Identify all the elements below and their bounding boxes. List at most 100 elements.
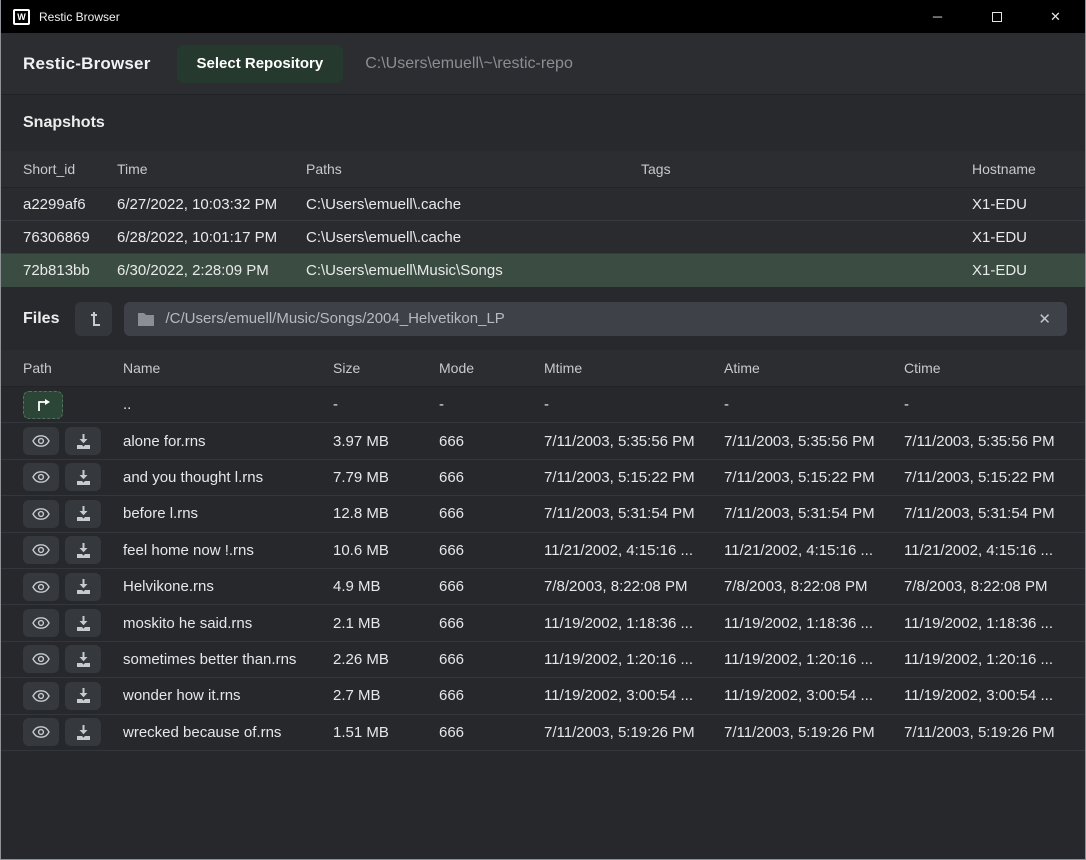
eye-icon bbox=[32, 471, 50, 483]
file-mode: 666 bbox=[439, 542, 544, 559]
file-mode: 666 bbox=[439, 433, 544, 450]
file-atime: 11/21/2002, 4:15:16 ... bbox=[724, 542, 904, 559]
tree-view-toggle-button[interactable] bbox=[75, 302, 112, 336]
app-header: Restic-Browser Select Repository C:\User… bbox=[1, 33, 1085, 95]
snapshot-row[interactable]: 76306869 6/28/2022, 10:01:17 PM C:\Users… bbox=[1, 221, 1085, 254]
preview-file-button[interactable] bbox=[23, 718, 59, 746]
snapshot-row-selected[interactable]: 72b813bb 6/30/2022, 2:28:09 PM C:\Users\… bbox=[1, 254, 1085, 287]
download-file-button[interactable] bbox=[65, 500, 101, 528]
clear-path-button[interactable]: ✕ bbox=[1036, 310, 1053, 328]
file-row: before l.rns 12.8 MB 666 7/11/2003, 5:31… bbox=[1, 496, 1085, 532]
file-name: feel home now !.rns bbox=[123, 542, 333, 559]
file-ctime: 11/19/2002, 1:20:16 ... bbox=[904, 651, 1063, 668]
column-path: Path bbox=[23, 360, 123, 376]
preview-file-button[interactable] bbox=[23, 463, 59, 491]
download-file-button[interactable] bbox=[65, 682, 101, 710]
file-row: and you thought l.rns 7.79 MB 666 7/11/2… bbox=[1, 460, 1085, 496]
repository-path[interactable]: C:\Users\emuell\~\restic-repo bbox=[365, 55, 573, 73]
window-title: Restic Browser bbox=[39, 10, 120, 24]
file-mtime: 7/8/2003, 8:22:08 PM bbox=[544, 578, 724, 595]
snapshot-hostname: X1-EDU bbox=[972, 262, 1063, 279]
file-row: moskito he said.rns 2.1 MB 666 11/19/200… bbox=[1, 605, 1085, 641]
file-name: before l.rns bbox=[123, 505, 333, 522]
download-file-button[interactable] bbox=[65, 463, 101, 491]
eye-icon bbox=[32, 508, 50, 520]
column-atime: Atime bbox=[724, 360, 904, 376]
maximize-button[interactable] bbox=[967, 0, 1026, 33]
files-current-path: /C/Users/emuell/Music/Songs/2004_Helveti… bbox=[165, 310, 1025, 327]
file-size: - bbox=[333, 396, 439, 413]
download-icon bbox=[76, 652, 91, 667]
preview-file-button[interactable] bbox=[23, 536, 59, 564]
files-section-header: Files /C/Users/emuell/Music/Songs/2004_H… bbox=[1, 287, 1085, 350]
file-mtime: 11/19/2002, 1:18:36 ... bbox=[544, 615, 724, 632]
download-file-button[interactable] bbox=[65, 609, 101, 637]
file-name: and you thought l.rns bbox=[123, 469, 333, 486]
preview-file-button[interactable] bbox=[23, 427, 59, 455]
file-ctime: 7/8/2003, 8:22:08 PM bbox=[904, 578, 1063, 595]
file-mode: 666 bbox=[439, 578, 544, 595]
download-file-button[interactable] bbox=[65, 573, 101, 601]
file-mode: 666 bbox=[439, 687, 544, 704]
file-mode: - bbox=[439, 396, 544, 413]
download-file-button[interactable] bbox=[65, 427, 101, 455]
preview-file-button[interactable] bbox=[23, 682, 59, 710]
file-size: 1.51 MB bbox=[333, 724, 439, 741]
snapshot-hostname: X1-EDU bbox=[972, 196, 1063, 213]
file-row: wrecked because of.rns 1.51 MB 666 7/11/… bbox=[1, 715, 1085, 751]
file-row: feel home now !.rns 10.6 MB 666 11/21/20… bbox=[1, 533, 1085, 569]
preview-file-button[interactable] bbox=[23, 573, 59, 601]
file-size: 2.7 MB bbox=[333, 687, 439, 704]
file-ctime: 7/11/2003, 5:35:56 PM bbox=[904, 433, 1063, 450]
file-mtime: 7/11/2003, 5:15:22 PM bbox=[544, 469, 724, 486]
column-mtime: Mtime bbox=[544, 360, 724, 376]
download-file-button[interactable] bbox=[65, 718, 101, 746]
file-mtime: 11/21/2002, 4:15:16 ... bbox=[544, 542, 724, 559]
file-ctime: - bbox=[904, 396, 1063, 413]
file-atime: 11/19/2002, 1:20:16 ... bbox=[724, 651, 904, 668]
close-icon: ✕ bbox=[1050, 9, 1061, 25]
download-icon bbox=[76, 434, 91, 449]
file-mode: 666 bbox=[439, 505, 544, 522]
download-file-button[interactable] bbox=[65, 536, 101, 564]
snapshot-row[interactable]: a2299af6 6/27/2022, 10:03:32 PM C:\Users… bbox=[1, 188, 1085, 221]
snapshot-paths: C:\Users\emuell\Music\Songs bbox=[306, 262, 641, 279]
file-atime: 7/11/2003, 5:15:22 PM bbox=[724, 469, 904, 486]
eye-icon bbox=[32, 690, 50, 702]
maximize-icon bbox=[992, 12, 1002, 22]
files-table-body: alone for.rns 3.97 MB 666 7/11/2003, 5:3… bbox=[1, 423, 1085, 751]
download-icon bbox=[76, 725, 91, 740]
eye-icon bbox=[32, 726, 50, 738]
files-path-bar[interactable]: /C/Users/emuell/Music/Songs/2004_Helveti… bbox=[124, 302, 1067, 336]
file-atime: 7/8/2003, 8:22:08 PM bbox=[724, 578, 904, 595]
download-file-button[interactable] bbox=[65, 645, 101, 673]
file-ctime: 7/11/2003, 5:19:26 PM bbox=[904, 724, 1063, 741]
download-icon bbox=[76, 470, 91, 485]
preview-file-button[interactable] bbox=[23, 645, 59, 673]
column-tags: Tags bbox=[641, 161, 972, 177]
wails-logo-icon: W bbox=[13, 9, 30, 25]
minimize-button[interactable]: ─ bbox=[908, 0, 967, 33]
file-size: 2.26 MB bbox=[333, 651, 439, 668]
file-name: alone for.rns bbox=[123, 433, 333, 450]
file-mtime: 11/19/2002, 1:20:16 ... bbox=[544, 651, 724, 668]
eye-icon bbox=[32, 617, 50, 629]
snapshots-table-header: Short_id Time Paths Tags Hostname bbox=[1, 151, 1085, 188]
preview-file-button[interactable] bbox=[23, 500, 59, 528]
go-to-parent-button[interactable] bbox=[23, 391, 63, 419]
file-atime: 11/19/2002, 1:18:36 ... bbox=[724, 615, 904, 632]
file-mode: 666 bbox=[439, 724, 544, 741]
column-hostname: Hostname bbox=[972, 161, 1063, 177]
column-size: Size bbox=[333, 360, 439, 376]
select-repository-button[interactable]: Select Repository bbox=[177, 45, 344, 83]
download-icon bbox=[76, 506, 91, 521]
preview-file-button[interactable] bbox=[23, 609, 59, 637]
file-name: Helvikone.rns bbox=[123, 578, 333, 595]
file-ctime: 7/11/2003, 5:31:54 PM bbox=[904, 505, 1063, 522]
snapshots-title: Snapshots bbox=[23, 114, 105, 132]
snapshot-time: 6/27/2022, 10:03:32 PM bbox=[117, 196, 306, 213]
clear-icon: ✕ bbox=[1038, 311, 1051, 328]
eye-icon bbox=[32, 435, 50, 447]
close-button[interactable]: ✕ bbox=[1026, 0, 1085, 33]
file-size: 10.6 MB bbox=[333, 542, 439, 559]
